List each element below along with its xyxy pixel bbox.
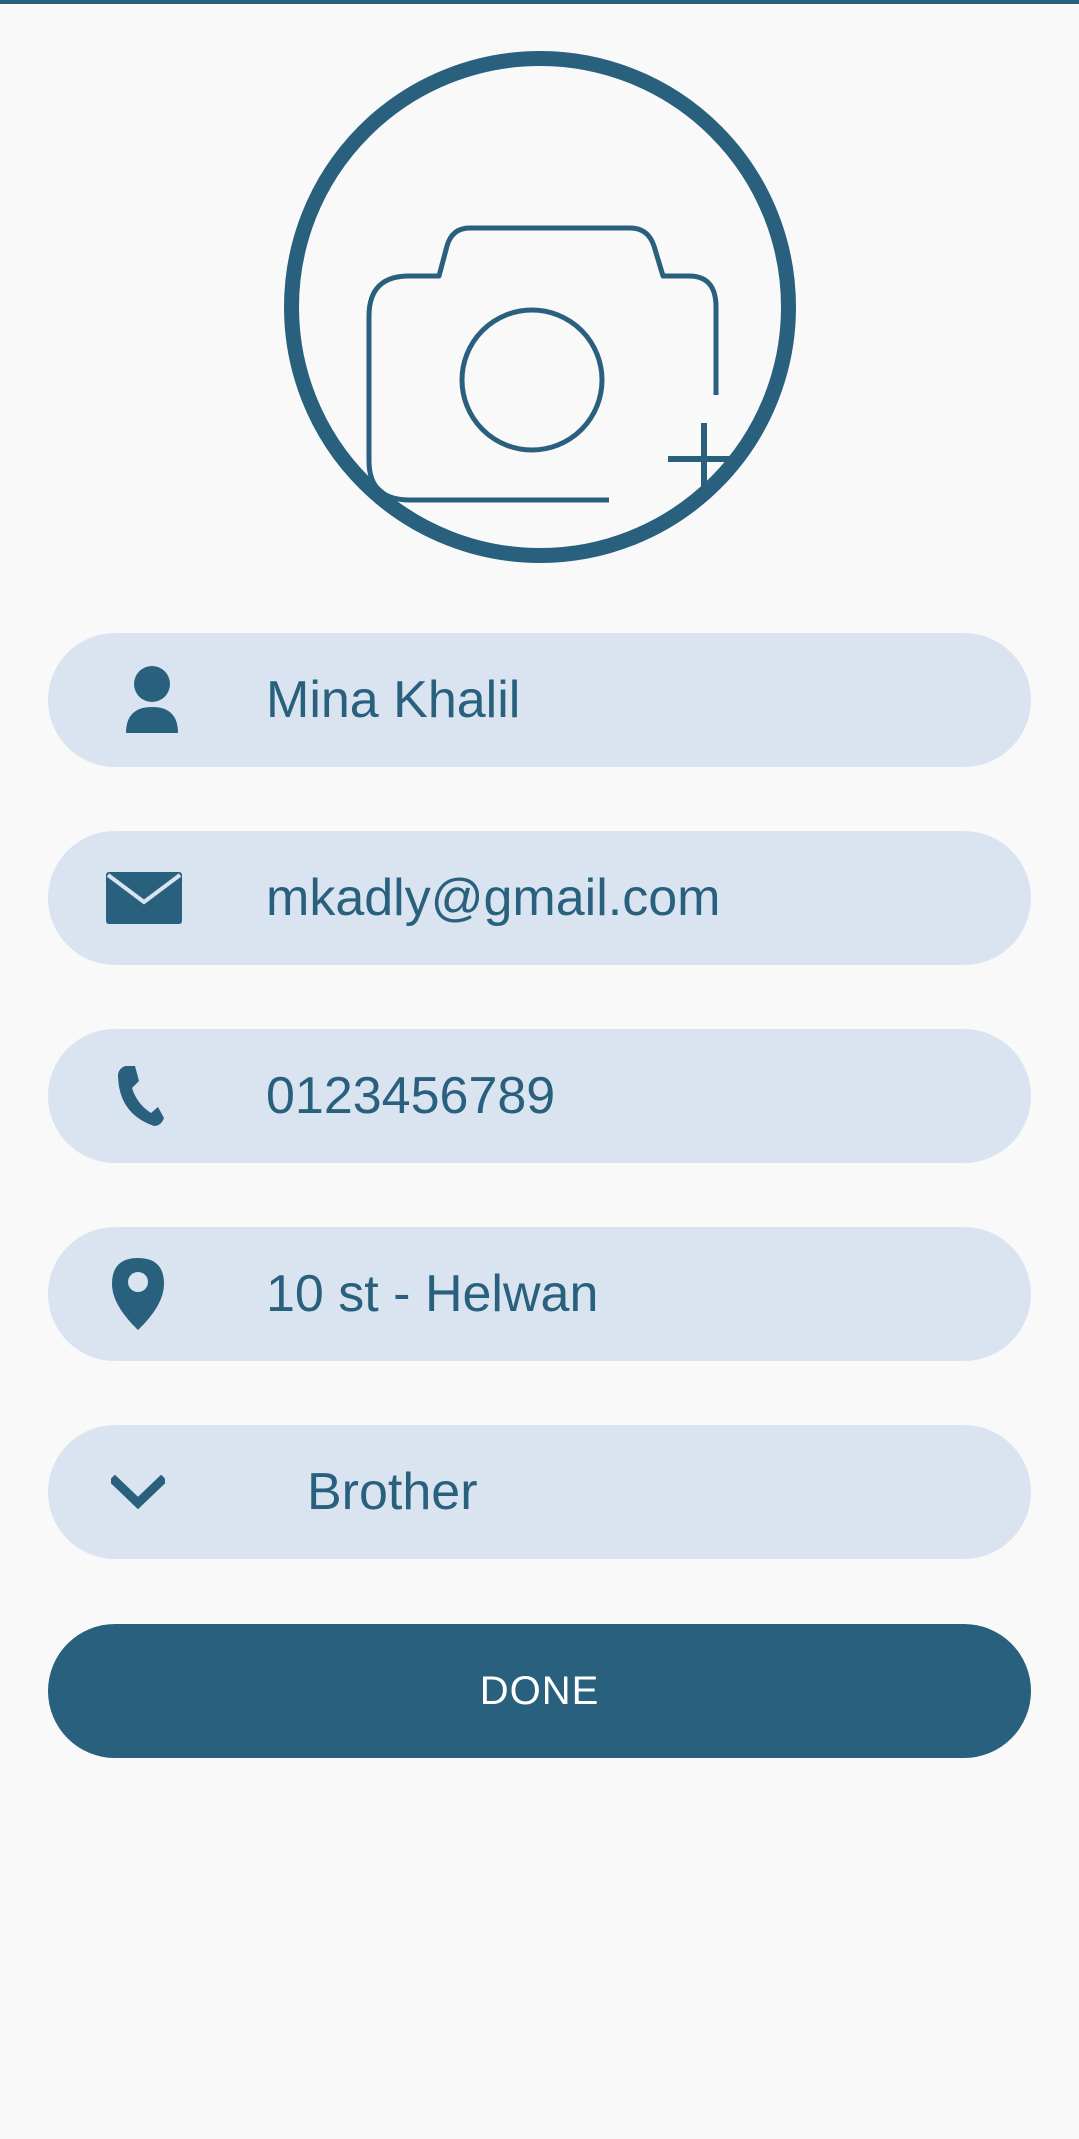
phone-field[interactable]: 0123456789	[48, 1029, 1031, 1163]
relation-select[interactable]: Brother	[48, 1425, 1031, 1559]
relation-value: Brother	[307, 1463, 478, 1521]
phone-value: 0123456789	[266, 1067, 556, 1125]
name-value: Mina Khalil	[266, 671, 521, 729]
person-icon	[114, 633, 190, 767]
add-photo-button[interactable]	[284, 51, 796, 563]
phone-icon	[108, 1029, 172, 1163]
email-field[interactable]: mkadly@gmail.com	[48, 831, 1031, 965]
add-photo-camera-icon	[366, 225, 740, 503]
address-field[interactable]: 10 st - Helwan	[48, 1227, 1031, 1361]
email-value: mkadly@gmail.com	[266, 869, 721, 927]
address-value: 10 st - Helwan	[266, 1265, 599, 1323]
mail-icon	[106, 831, 182, 965]
name-field[interactable]: Mina Khalil	[48, 633, 1031, 767]
done-button[interactable]: DONE	[48, 1624, 1031, 1758]
top-divider	[0, 0, 1079, 4]
chevron-down-icon	[110, 1425, 166, 1559]
location-pin-icon	[108, 1227, 168, 1361]
